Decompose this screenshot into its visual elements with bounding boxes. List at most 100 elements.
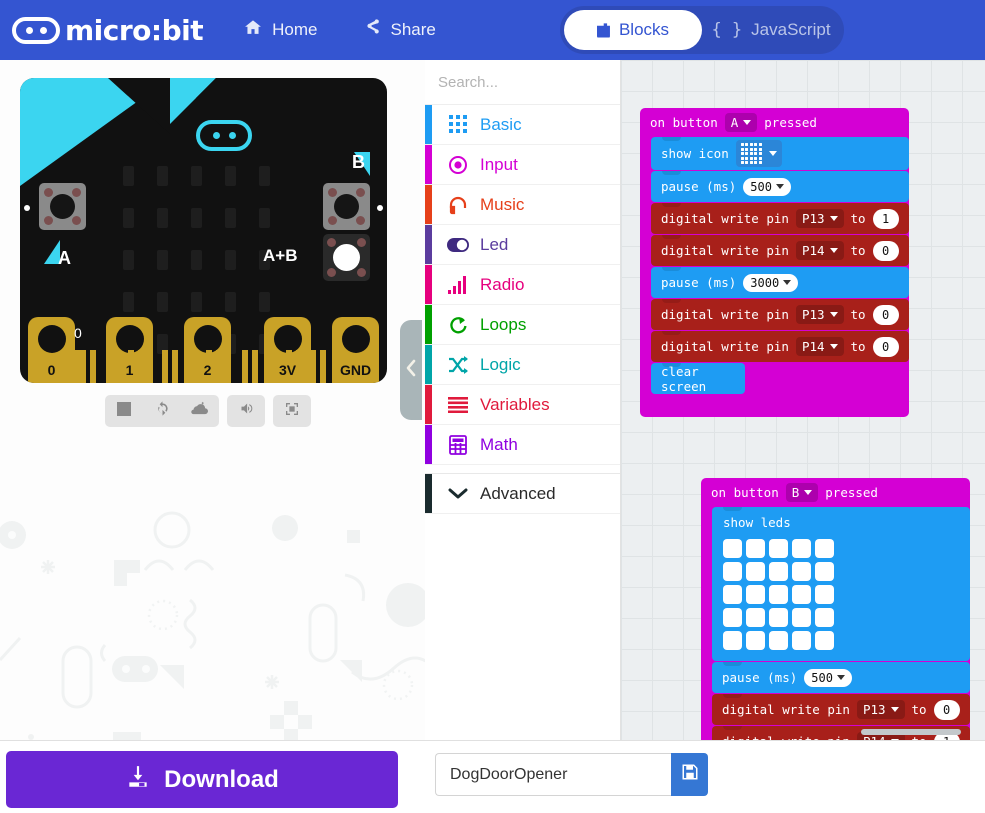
pin-dropdown-5[interactable]: P13 <box>856 700 905 719</box>
category-math[interactable]: Math <box>425 425 620 465</box>
to-label-5: to <box>911 702 927 717</box>
show-icon-block[interactable]: show icon <box>651 137 909 170</box>
puzzle-piece-icon <box>597 23 610 38</box>
digital-write-block-3[interactable]: digital write pin P13 to 0 <box>651 299 909 330</box>
category-logic[interactable]: Logic <box>425 345 620 385</box>
button-dropdown-a-value: A <box>730 115 739 130</box>
value-field-1[interactable]: 1 <box>872 208 899 229</box>
microbit-board[interactable]: A B A+B 0 1 2 3V GND 0 <box>20 78 387 383</box>
pause-value-dropdown-3[interactable]: 500 <box>804 668 852 687</box>
svg-text:A: A <box>58 248 71 268</box>
restart-button[interactable] <box>143 395 181 427</box>
to-label-4: to <box>850 339 866 354</box>
category-music-label: Music <box>480 194 525 214</box>
chevron-down-icon <box>836 675 845 680</box>
search-input[interactable] <box>438 73 637 91</box>
board-label-a: A <box>42 238 76 275</box>
button-dropdown-b[interactable]: B <box>785 483 819 502</box>
digital-write-label-5: digital write pin <box>722 702 850 717</box>
clear-screen-block[interactable]: clear screen <box>651 363 745 394</box>
tab-blocks[interactable]: Blocks <box>564 10 702 50</box>
tab-javascript[interactable]: { } JavaScript <box>702 10 840 50</box>
event-prefix-a: on button <box>650 115 718 130</box>
pin-value-4: P14 <box>801 339 825 354</box>
nav-home[interactable]: Home <box>239 12 321 48</box>
block-toolbox: Basic Input Music <box>425 60 653 740</box>
show-leds-block[interactable]: show leds <box>712 507 970 661</box>
digital-write-label-3: digital write pin <box>661 307 789 322</box>
event-block-a[interactable]: on button A pressed show icon pause (ms)… <box>640 108 909 417</box>
save-button[interactable] <box>671 753 708 796</box>
digital-write-block-2[interactable]: digital write pin P14 to 0 <box>651 235 909 266</box>
pin-value-3: P13 <box>801 307 825 322</box>
digital-write-label-1: digital write pin <box>661 211 789 226</box>
event-suffix-a: pressed <box>764 115 817 130</box>
category-music[interactable]: Music <box>425 185 620 225</box>
event-hat-b[interactable]: on button B pressed <box>701 478 970 507</box>
digital-write-block-4[interactable]: digital write pin P14 to 0 <box>651 331 909 362</box>
button-dropdown-b-value: B <box>791 485 800 500</box>
refresh-icon <box>154 400 171 422</box>
event-block-b[interactable]: on button B pressed show leds pause (ms)… <box>701 478 970 740</box>
workspace-horizontal-scrollbar[interactable] <box>861 729 961 735</box>
show-icon-label: show icon <box>661 146 729 161</box>
value-field-2[interactable]: 0 <box>872 240 899 261</box>
pause-value-3: 500 <box>811 670 833 685</box>
board-button-b[interactable] <box>323 183 370 230</box>
category-input[interactable]: Input <box>425 145 620 185</box>
target-icon <box>447 154 469 176</box>
clear-screen-label: clear screen <box>661 363 707 394</box>
value-field-5[interactable]: 0 <box>933 699 960 720</box>
save-icon <box>681 763 699 786</box>
download-button[interactable]: Download <box>6 751 398 808</box>
category-advanced[interactable]: Advanced <box>425 474 620 514</box>
board-button-a[interactable] <box>39 183 86 230</box>
toggle-icon <box>447 234 469 256</box>
icon-preview-field[interactable] <box>735 140 782 167</box>
fullscreen-button[interactable] <box>273 395 311 427</box>
pause-value-dropdown-1[interactable]: 500 <box>743 177 791 196</box>
led-matrix-field[interactable] <box>723 539 959 650</box>
category-math-label: Math <box>480 434 518 454</box>
digital-write-block-1[interactable]: digital write pin P13 to 1 <box>651 203 909 234</box>
show-leds-label: show leds <box>723 515 791 530</box>
pause-value-dropdown-2[interactable]: 3000 <box>743 273 799 292</box>
event-hat-a[interactable]: on button A pressed <box>640 108 909 137</box>
pin-dropdown-2[interactable]: P14 <box>795 241 844 260</box>
nav-share-label: Share <box>390 20 436 39</box>
pin-dropdown-1[interactable]: P13 <box>795 209 844 228</box>
board-button-ab[interactable] <box>323 234 370 281</box>
stop-button[interactable] <box>105 395 143 427</box>
on-button-a-pressed-stack[interactable]: on button A pressed show icon pause (ms)… <box>640 108 909 417</box>
button-dropdown-a[interactable]: A <box>724 113 758 132</box>
project-name-input[interactable] <box>435 753 671 796</box>
share-icon <box>362 18 382 42</box>
nav-share[interactable]: Share <box>358 12 440 48</box>
board-pin-gnd[interactable]: GND <box>332 317 379 383</box>
tab-blocks-label: Blocks <box>618 20 670 39</box>
home-icon <box>243 18 263 42</box>
pin-dropdown-4[interactable]: P14 <box>795 337 844 356</box>
on-button-b-pressed-stack[interactable]: on button B pressed show leds pause (ms)… <box>701 478 970 740</box>
pause-block-3[interactable]: pause (ms) 500 <box>712 662 970 693</box>
value-field-3[interactable]: 0 <box>872 304 899 325</box>
category-led[interactable]: Led <box>425 225 620 265</box>
headphone-icon <box>447 194 469 216</box>
mute-button[interactable] <box>227 395 265 427</box>
value-field-4[interactable]: 0 <box>872 336 899 357</box>
slow-motion-button[interactable] <box>181 395 219 427</box>
pause-block-1[interactable]: pause (ms) 500 <box>651 171 909 202</box>
pin-dropdown-3[interactable]: P13 <box>795 305 844 324</box>
category-variables[interactable]: Variables <box>425 385 620 425</box>
category-basic[interactable]: Basic <box>425 105 620 145</box>
digital-write-block-5[interactable]: digital write pin P13 to 0 <box>712 694 970 725</box>
category-radio[interactable]: Radio <box>425 265 620 305</box>
pause-block-2[interactable]: pause (ms) 3000 <box>651 267 909 298</box>
category-loops[interactable]: Loops <box>425 305 620 345</box>
toolbox-collapse-button[interactable] <box>400 320 422 420</box>
simulator-area: A B A+B 0 1 2 3V GND 0 <box>0 60 425 740</box>
blocks-workspace[interactable]: on button A pressed show icon pause (ms)… <box>621 60 985 740</box>
icon-mini-grid <box>740 143 762 164</box>
grid-icon <box>447 114 469 136</box>
microbit-logo[interactable]: micro:bit <box>12 14 204 47</box>
